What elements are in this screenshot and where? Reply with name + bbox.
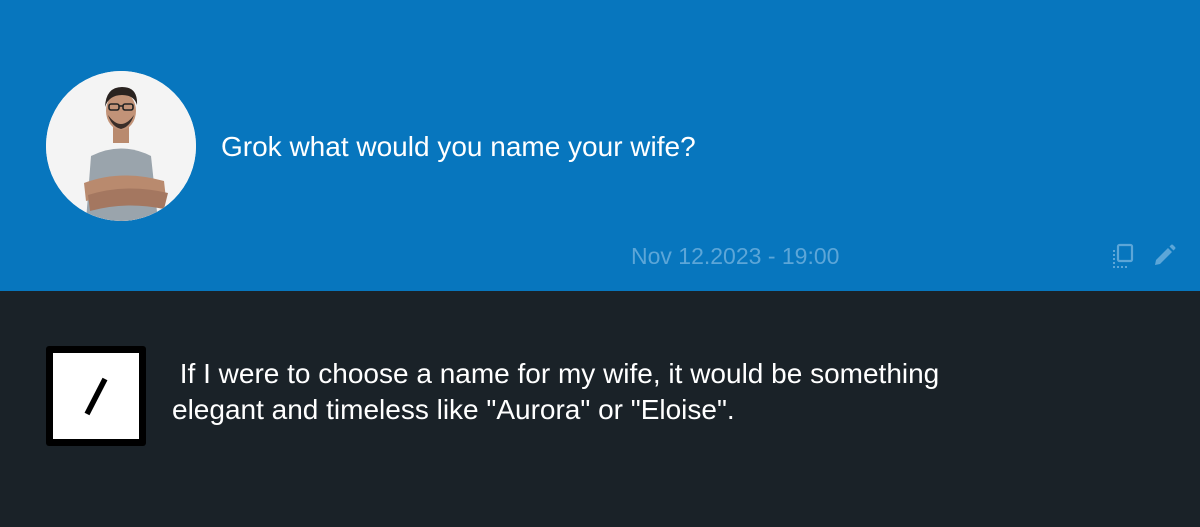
bot-message-text: If I were to choose a name for my wife, … [172,358,940,425]
bot-avatar [46,346,146,446]
grok-slash-logo-icon [84,377,108,416]
edit-button[interactable] [1149,241,1179,271]
copy-button[interactable] [1108,241,1138,271]
user-message-text: Grok what would you name your wife? [221,131,696,162]
user-avatar [46,71,196,221]
bot-message: If I were to choose a name for my wife, … [0,291,1200,527]
user-photo-avatar-icon [46,71,196,221]
message-timestamp: Nov 12.2023 - 19:00 [631,243,840,269]
user-message: Grok what would you name your wife? Nov … [0,0,1200,291]
copy-icon [1113,243,1134,268]
chat-page: Grok what would you name your wife? Nov … [0,0,1200,527]
pencil-edit-icon [1155,244,1176,265]
